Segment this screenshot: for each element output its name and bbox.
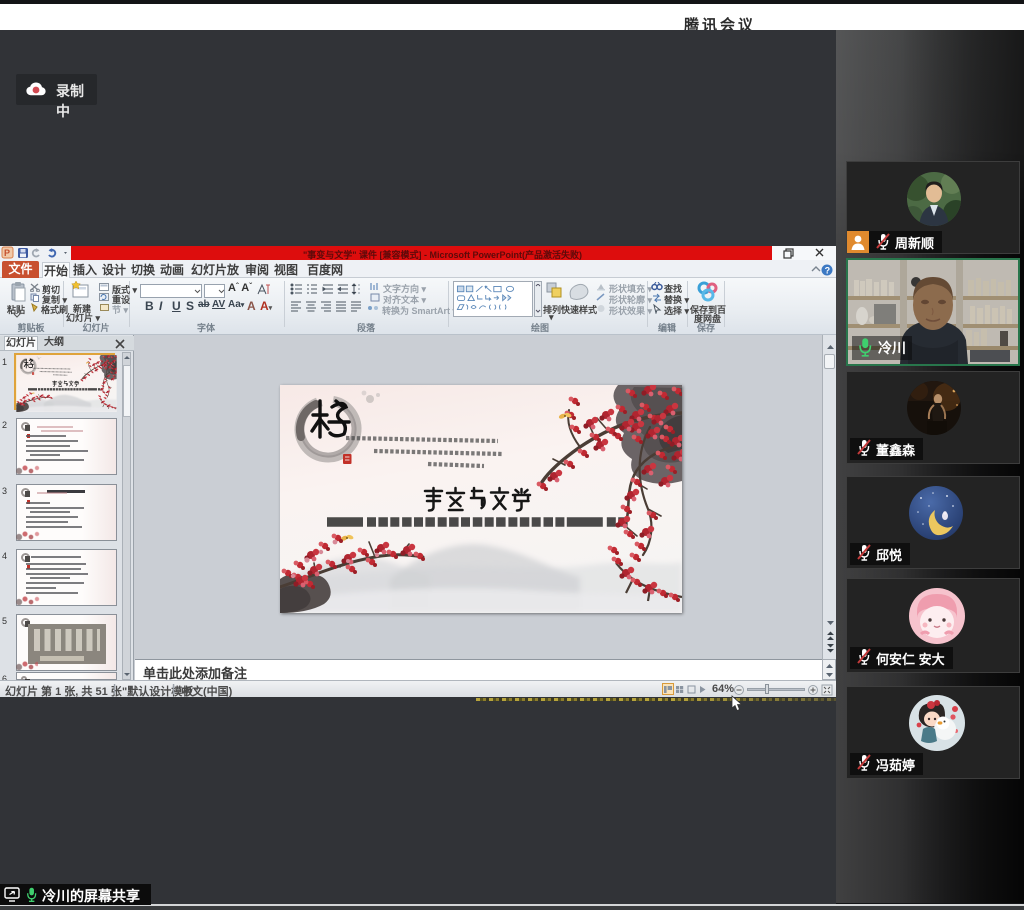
svg-text:P: P (4, 248, 10, 258)
svg-text:?: ? (825, 266, 831, 276)
